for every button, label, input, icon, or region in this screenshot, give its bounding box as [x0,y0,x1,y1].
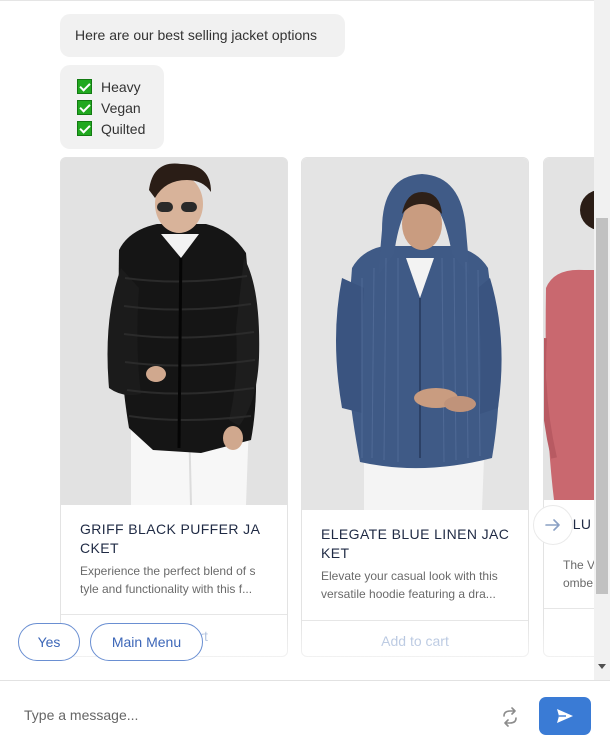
message-input[interactable] [12,697,482,733]
product-card[interactable]: ELU OMBE The V ombe [543,157,594,657]
checkbox-checked-icon [77,79,92,94]
option-heavy: Heavy [77,76,164,97]
product-description: Experience the perfect blend of s tyle a… [80,562,270,598]
refresh-icon[interactable] [500,707,520,727]
option-label: Heavy [101,78,141,95]
quick-reply-main-menu[interactable]: Main Menu [90,623,203,661]
card-divider [544,608,594,609]
carousel-next-button[interactable] [533,505,573,545]
chat-widget: Here are our best selling jacket options… [0,0,610,749]
pink-jacket-photo [544,158,594,500]
checkbox-checked-icon [77,121,92,136]
black-puffer-jacket-photo [61,158,287,505]
option-label: Vegan [101,99,141,116]
chat-transcript[interactable]: Here are our best selling jacket options… [0,0,594,680]
product-title: GRIFF BLACK PUFFER JACKET [80,521,261,556]
product-card[interactable]: ELEGATE BLUE LINEN JACKET Elevate your c… [301,157,529,657]
arrow-right-icon [545,519,560,531]
product-description-line: ombe [563,576,594,590]
add-to-cart-button[interactable]: Add to cart [302,621,528,656]
product-description-line: Elevate your casual look with this [321,569,498,583]
product-description: Elevate your casual look with this versa… [321,567,511,603]
product-description-line: versatile hoodie featuring a dra... [321,587,496,601]
scrollbar-thumb[interactable] [596,218,608,594]
product-description-line: tyle and functionality with this f... [80,582,253,596]
send-button[interactable] [539,697,591,735]
selected-options: Heavy Vegan Quilted [60,65,164,149]
product-description-line: Experience the perfect blend of s [80,564,256,578]
product-description: The V ombe [563,556,594,592]
product-card[interactable]: GRIFF BLACK PUFFER JACKET Experience the… [60,157,288,657]
checkbox-checked-icon [77,100,92,115]
card-divider [61,614,287,615]
option-label: Quilted [101,120,146,137]
bot-message-text: Here are our best selling jacket options [75,27,318,43]
scroll-down-icon[interactable] [598,664,606,669]
message-composer [0,680,610,749]
product-image[interactable] [61,158,287,505]
product-image[interactable] [544,158,594,500]
product-description-line: The V [563,558,594,572]
send-icon [557,709,573,723]
bot-message: Here are our best selling jacket options [60,14,345,57]
quick-reply-yes[interactable]: Yes [18,623,80,661]
option-vegan: Vegan [77,97,164,118]
top-divider [0,0,594,1]
product-title: ELEGATE BLUE LINEN JACKET [321,526,510,561]
option-quilted: Quilted [77,118,164,139]
blue-linen-jacket-photo [302,158,528,510]
scrollbar[interactable] [594,0,610,680]
product-image[interactable] [302,158,528,510]
